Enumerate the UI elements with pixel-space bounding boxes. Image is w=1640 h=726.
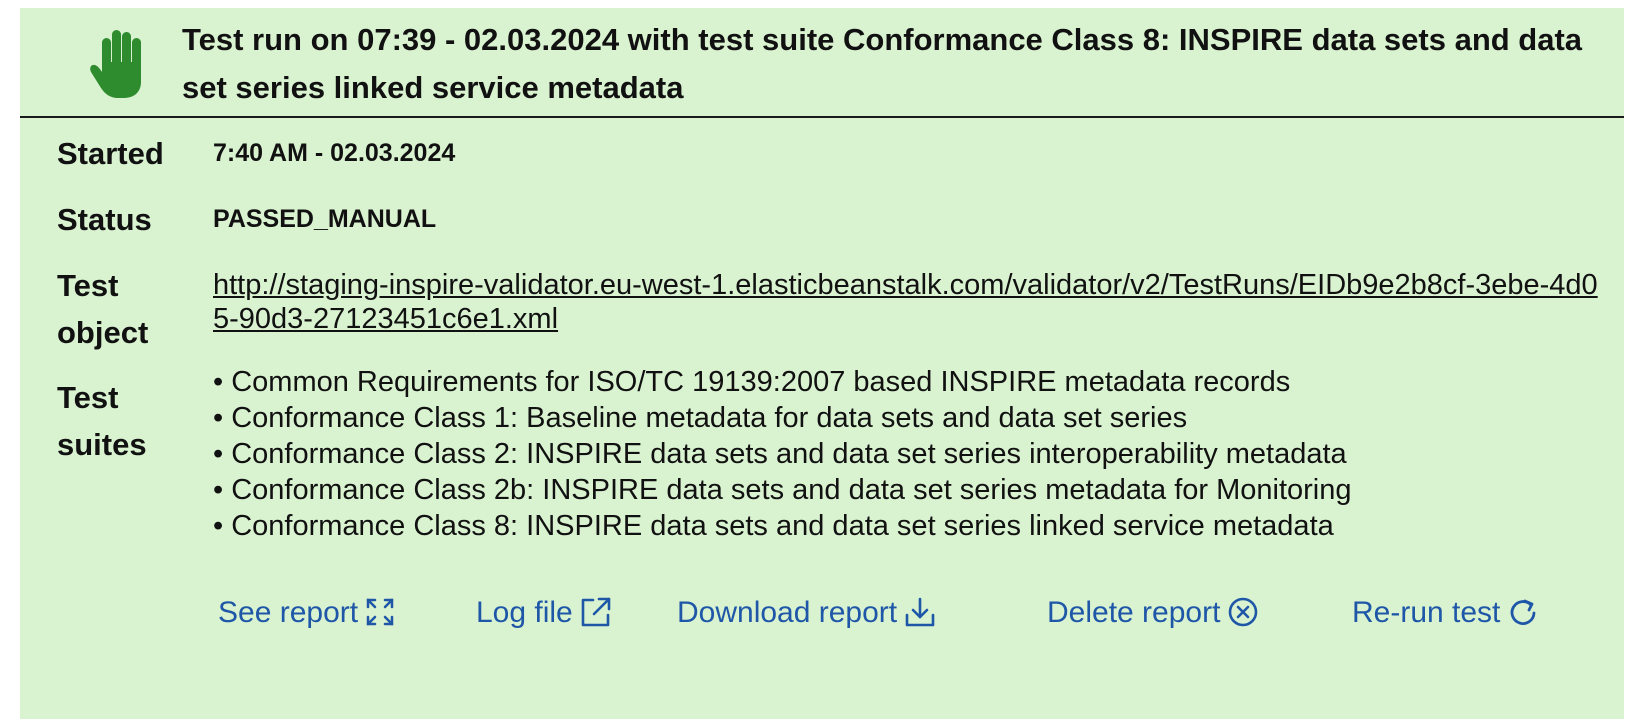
started-label: Started [57, 136, 164, 171]
refresh-icon [1511, 599, 1536, 626]
list-item: • Conformance Class 2b: INSPIRE data set… [213, 474, 1352, 506]
see-report-button[interactable]: See report [218, 590, 396, 636]
download-report-label: Download report [677, 596, 898, 629]
log-file-button[interactable]: Log file [476, 590, 613, 636]
external-link-icon [581, 597, 611, 627]
test-suites-label: Test suites [57, 380, 147, 462]
status-value: PASSED_MANUAL [213, 205, 437, 233]
list-item: • Conformance Class 2: INSPIRE data sets… [213, 438, 1347, 470]
test-suites-list: • Common Requirements for ISO/TC 19139:2… [213, 364, 1352, 544]
hand-icon [90, 30, 141, 98]
test-object-label: Test object [57, 268, 149, 350]
log-file-label: Log file [476, 596, 573, 629]
see-report-label: See report [218, 596, 359, 629]
expand-icon [366, 598, 394, 626]
status-label: Status [57, 202, 152, 237]
download-report-button[interactable]: Download report [677, 590, 937, 636]
page-title: Test run on 07:39 - 02.03.2024 with test… [182, 22, 1583, 105]
test-object-link[interactable]: http://staging-inspire-validator.eu-west… [213, 268, 1613, 336]
delete-report-label: Delete report [1047, 596, 1221, 629]
test-run-card: Test run on 07:39 - 02.03.2024 with test… [20, 8, 1624, 719]
list-item: • Common Requirements for ISO/TC 19139:2… [213, 366, 1291, 398]
close-circle-icon [1229, 597, 1258, 627]
download-icon [905, 597, 935, 627]
delete-report-button[interactable]: Delete report [1047, 590, 1260, 636]
list-item: • Conformance Class 1: Baseline metadata… [213, 402, 1188, 434]
rerun-test-label: Re-run test [1352, 596, 1501, 629]
test-run-header: Test run on 07:39 - 02.03.2024 with test… [20, 8, 1624, 118]
action-bar: See report Log file Download report Dele… [20, 590, 1624, 636]
started-value: 7:40 AM - 02.03.2024 [213, 139, 456, 167]
rerun-test-button[interactable]: Re-run test [1352, 590, 1540, 636]
list-item: • Conformance Class 8: INSPIRE data sets… [213, 510, 1334, 542]
